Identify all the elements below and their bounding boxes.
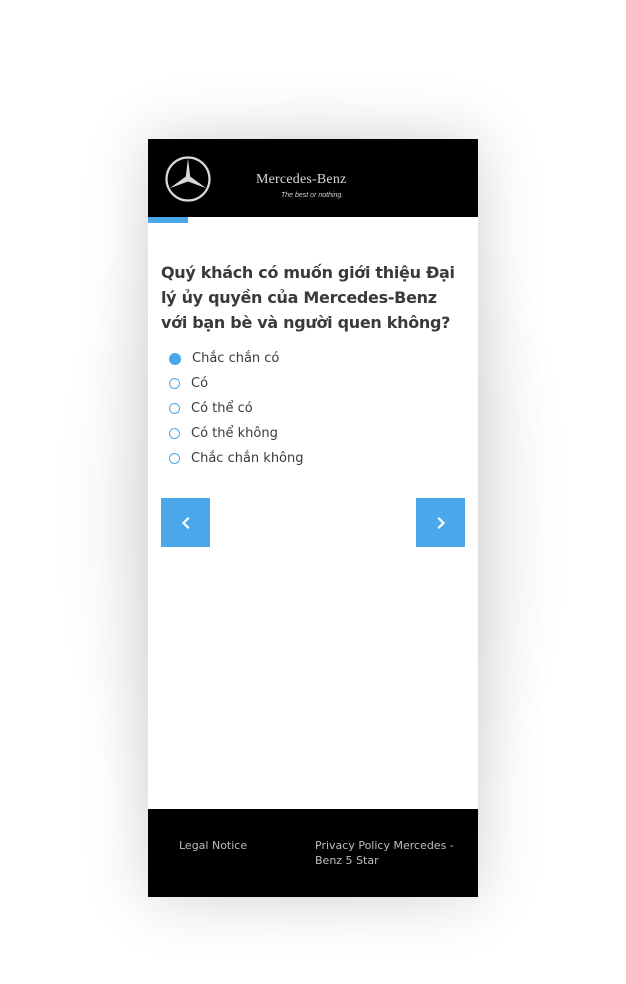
radio-button[interactable]	[169, 428, 180, 439]
radio-button[interactable]	[169, 352, 181, 365]
mercedes-star-icon	[165, 156, 211, 202]
footer: Legal Notice Privacy Policy Mercedes - B…	[148, 809, 478, 897]
option-label: Chắc chắn có	[192, 351, 280, 366]
option-label: Có thể không	[191, 426, 278, 441]
previous-button[interactable]	[161, 498, 210, 547]
option-label: Có thể có	[191, 401, 253, 416]
brand-name: Mercedes-Benz	[256, 172, 347, 187]
option-label: Có	[191, 376, 209, 391]
survey-card: Mercedes-Benz The best or nothing. Quý k…	[148, 139, 478, 897]
answer-options: Chắc chắn có Có Có thể có Có thể không C…	[169, 346, 304, 471]
radio-button[interactable]	[169, 378, 180, 389]
option-1[interactable]: Chắc chắn có	[169, 346, 304, 371]
option-label: Chắc chắn không	[191, 451, 304, 466]
header-bar: Mercedes-Benz The best or nothing.	[148, 139, 478, 217]
brand-slogan: The best or nothing.	[281, 192, 344, 199]
progress-fill	[148, 217, 188, 223]
option-5[interactable]: Chắc chắn không	[169, 446, 304, 471]
chevron-left-icon	[181, 516, 190, 529]
question-text: Quý khách có muốn giới thiệu Đại lý ủy q…	[161, 263, 455, 332]
option-3[interactable]: Có thể có	[169, 396, 304, 421]
progress-bar	[148, 217, 478, 223]
option-4[interactable]: Có thể không	[169, 421, 304, 446]
chevron-right-icon	[436, 516, 445, 529]
legal-notice-link[interactable]: Legal Notice	[179, 838, 247, 853]
option-2[interactable]: Có	[169, 371, 304, 396]
radio-button[interactable]	[169, 453, 180, 464]
radio-button[interactable]	[169, 403, 180, 414]
next-button[interactable]	[416, 498, 465, 547]
privacy-policy-link[interactable]: Privacy Policy Mercedes - Benz 5 Star	[315, 838, 455, 868]
